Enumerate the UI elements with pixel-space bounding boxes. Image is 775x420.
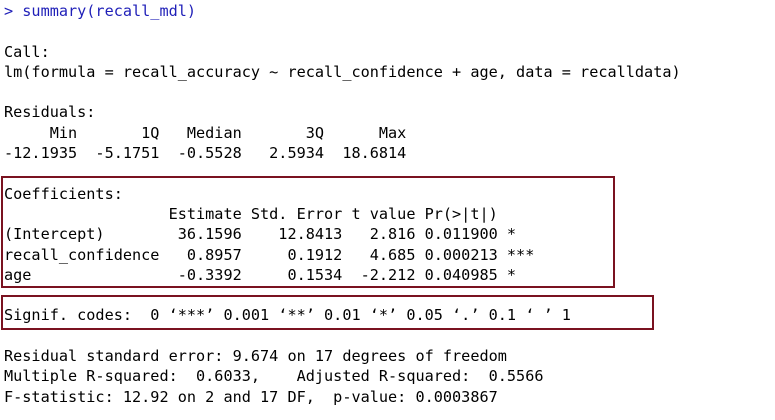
command-line[interactable]: > summary(recall_mdl): [4, 1, 775, 21]
coefficients-columns: Estimate Std. Error t value Pr(>|t|): [4, 204, 535, 223]
r-squared-line: Multiple R-squared: 0.6033, Adjusted R-s…: [4, 367, 553, 386]
residuals-values: -12.1935 -5.1751 -0.5528 2.5934 18.6814: [4, 144, 416, 163]
residuals-columns: Min 1Q Median 3Q Max: [4, 123, 416, 142]
coef-row-intercept: (Intercept) 36.1596 12.8413 2.816 0.0119…: [4, 225, 535, 244]
coef-row-recall-confidence: recall_confidence 0.8957 0.1912 4.685 0.…: [4, 245, 535, 264]
separator-line: ---: [4, 286, 32, 305]
signif-codes-line: Signif. codes: 0 ‘***’ 0.001 ‘**’ 0.01 ‘…: [4, 306, 571, 325]
residual-se-line: Residual standard error: 9.674 on 17 deg…: [4, 347, 507, 366]
r-console-output: > summary(recall_mdl) Call: lm(formula =…: [4, 1, 775, 407]
call-formula: lm(formula = recall_accuracy ~ recall_co…: [4, 62, 681, 81]
residuals-header: Residuals:: [4, 103, 96, 122]
f-statistic-line: F-statistic: 12.92 on 2 and 17 DF, p-val…: [4, 387, 498, 406]
call-header: Call:: [4, 42, 50, 61]
coef-row-age: age -0.3392 0.1534 -2.212 0.040985 *: [4, 265, 535, 284]
coefficients-header: Coefficients:: [4, 184, 123, 203]
